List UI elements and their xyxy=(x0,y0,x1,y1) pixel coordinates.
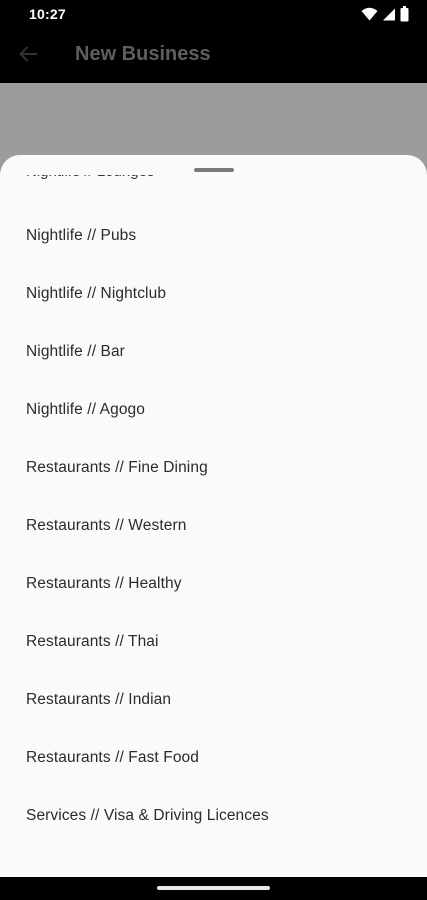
list-item[interactable]: Restaurants // Indian xyxy=(0,671,427,729)
list-item[interactable]: Restaurants // Western xyxy=(0,497,427,555)
list-item[interactable]: Restaurants // Fine Dining xyxy=(0,439,427,497)
battery-icon xyxy=(400,6,409,22)
system-nav-bar xyxy=(0,877,427,900)
home-indicator[interactable] xyxy=(157,886,270,890)
app-bar: New Business xyxy=(0,28,427,83)
options-list: Nightlife // Pubs Nightlife // Nightclub… xyxy=(0,207,427,845)
list-item[interactable]: Nightlife // Pubs xyxy=(0,207,427,265)
list-item[interactable]: Restaurants // Thai xyxy=(0,613,427,671)
list-item[interactable]: Restaurants // Fast Food xyxy=(0,729,427,787)
signal-icon xyxy=(382,7,396,21)
peek-option[interactable]: Nightlife // Lounges xyxy=(26,175,154,188)
list-item[interactable]: Nightlife // Agogo xyxy=(0,381,427,439)
list-item[interactable]: Nightlife // Nightclub xyxy=(0,265,427,323)
list-item[interactable]: Nightlife // Bar xyxy=(0,323,427,381)
peek-option-label: Nightlife // Lounges xyxy=(26,175,154,183)
bottom-sheet: Nightlife // Lounges Nightlife // Pubs N… xyxy=(0,155,427,877)
page-title: New Business xyxy=(75,43,211,65)
back-button[interactable] xyxy=(14,42,42,70)
status-icons xyxy=(361,6,409,22)
drag-handle[interactable] xyxy=(194,168,234,172)
list-item[interactable]: Restaurants // Healthy xyxy=(0,555,427,613)
arrow-back-icon xyxy=(18,44,38,69)
wifi-icon xyxy=(361,7,378,21)
status-time: 10:27 xyxy=(29,6,66,22)
list-item[interactable]: Services // Visa & Driving Licences xyxy=(0,787,427,845)
status-bar: 10:27 xyxy=(0,0,427,28)
